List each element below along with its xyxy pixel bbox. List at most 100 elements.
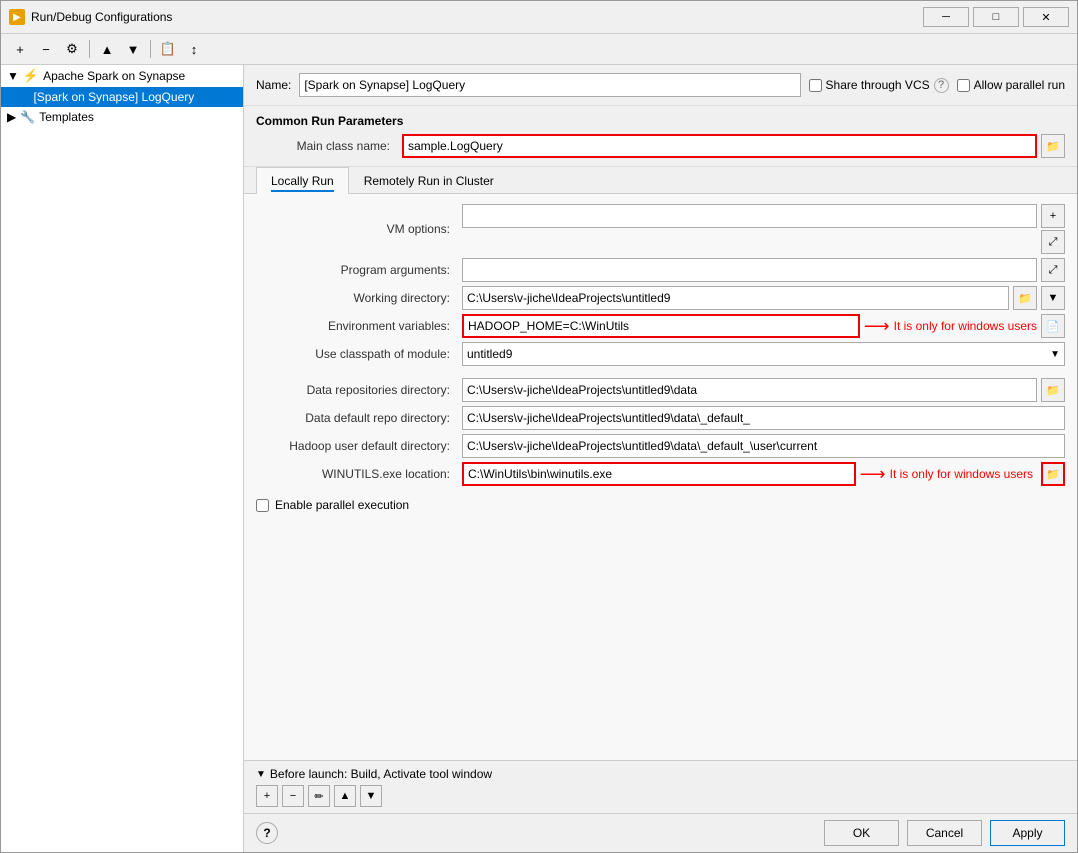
hadoop-user-label: Hadoop user default directory: [256, 439, 456, 453]
collapse-arrow-icon: ▼ [7, 69, 19, 83]
working-dir-dropdown-button[interactable]: ▼ [1041, 286, 1065, 310]
env-vars-wrapper: ⟶ It is only for windows users 📄 [462, 314, 1065, 338]
name-input[interactable] [299, 73, 800, 97]
minimize-button[interactable]: ─ [923, 7, 969, 27]
footer: ? OK Cancel Apply [244, 813, 1077, 852]
working-dir-browse-button[interactable]: 📁 [1013, 286, 1037, 310]
settings-button[interactable]: ⚙ [61, 38, 83, 60]
tab-remotely-run[interactable]: Remotely Run in Cluster [349, 167, 509, 194]
move-down-button[interactable]: ▼ [122, 38, 144, 60]
data-default-input[interactable] [462, 406, 1065, 430]
move-up-button[interactable]: ▲ [96, 38, 118, 60]
add-config-button[interactable]: + [9, 38, 31, 60]
main-class-input[interactable] [402, 134, 1037, 158]
share-vcs-checkbox[interactable] [809, 79, 822, 92]
working-dir-label: Working directory: [256, 291, 456, 305]
data-default-wrapper [462, 406, 1065, 430]
apply-button[interactable]: Apply [990, 820, 1065, 846]
enable-parallel-row: Enable parallel execution [256, 498, 1065, 512]
window-controls: ─ □ ✕ [923, 7, 1069, 27]
winutils-row: WINUTILS.exe location: ⟶ It is only for … [256, 462, 1065, 486]
templates-label: Templates [39, 110, 94, 124]
footer-right: OK Cancel Apply [824, 820, 1065, 846]
close-button[interactable]: ✕ [1023, 7, 1069, 27]
sidebar: ▼ ⚡ Apache Spark on Synapse ▶ [Spark on … [1, 65, 244, 852]
working-dir-wrapper: 📁 ▼ [462, 286, 1065, 310]
spark-icon: ⚡ [23, 68, 39, 84]
winutils-input[interactable] [462, 462, 856, 486]
sidebar-item-logquery[interactable]: ▶ [Spark on Synapse] LogQuery [1, 87, 243, 107]
before-launch-header[interactable]: ▼ Before launch: Build, Activate tool wi… [256, 767, 1065, 781]
vcs-help-icon[interactable]: ? [934, 78, 949, 93]
sidebar-templates[interactable]: ▶ 🔧 Templates [1, 107, 243, 127]
data-default-row: Data default repo directory: [256, 406, 1065, 430]
working-dir-input[interactable] [462, 286, 1009, 310]
parallel-checkbox-group: Allow parallel run [957, 78, 1065, 92]
main-class-browse-button[interactable]: 📁 [1041, 134, 1065, 158]
env-vars-input[interactable] [462, 314, 860, 338]
footer-left: ? [256, 822, 278, 844]
hadoop-user-input[interactable] [462, 434, 1065, 458]
main-class-input-wrapper: 📁 [402, 134, 1065, 158]
main-content: ▼ ⚡ Apache Spark on Synapse ▶ [Spark on … [1, 65, 1077, 852]
toolbar: + − ⚙ ▲ ▼ 📋 ↕ [1, 34, 1077, 65]
winutils-browse-button[interactable]: 📁 [1041, 462, 1065, 486]
remove-config-button[interactable]: − [35, 38, 57, 60]
before-launch-up-button[interactable]: ▲ [334, 785, 356, 807]
vm-options-input[interactable] [462, 204, 1037, 228]
vm-add-button[interactable]: + [1041, 204, 1065, 228]
config-area: VM options: + ⤢ Program arguments: [244, 194, 1077, 760]
data-repos-browse-button[interactable]: 📁 [1041, 378, 1065, 402]
winutils-annotation: It is only for windows users [890, 467, 1033, 481]
maximize-button[interactable]: □ [973, 7, 1019, 27]
classpath-row: Use classpath of module: untitled9 ▼ [256, 342, 1065, 366]
data-default-label: Data default repo directory: [256, 411, 456, 425]
enable-parallel-checkbox[interactable] [256, 499, 269, 512]
copy-button[interactable]: 📋 [157, 38, 179, 60]
vm-expand-button[interactable]: ⤢ [1041, 230, 1065, 254]
program-args-buttons: ⤢ [1041, 258, 1065, 282]
ok-button[interactable]: OK [824, 820, 899, 846]
classpath-dropdown[interactable]: untitled9 ▼ [462, 342, 1065, 366]
before-launch-label: Before launch: Build, Activate tool wind… [270, 767, 492, 781]
before-launch-collapse-icon: ▼ [256, 769, 266, 780]
enable-parallel-label: Enable parallel execution [275, 498, 409, 512]
env-arrow-icon: ⟶ [864, 316, 890, 337]
program-args-input[interactable] [462, 258, 1037, 282]
main-class-row: Main class name: 📁 [256, 134, 1065, 158]
tab-locally-run[interactable]: Locally Run [256, 167, 349, 194]
before-launch-add-button[interactable]: + [256, 785, 278, 807]
working-dir-row: Working directory: 📁 ▼ [256, 286, 1065, 310]
cancel-button[interactable]: Cancel [907, 820, 982, 846]
program-args-expand-button[interactable]: ⤢ [1041, 258, 1065, 282]
data-repos-label: Data repositories directory: [256, 383, 456, 397]
program-args-label: Program arguments: [256, 263, 456, 277]
sort-button[interactable]: ↕ [183, 38, 205, 60]
winutils-label: WINUTILS.exe location: [256, 467, 456, 481]
tabs: Locally Run Remotely Run in Cluster [256, 167, 1065, 193]
before-launch-section: ▼ Before launch: Build, Activate tool wi… [244, 760, 1077, 813]
window-icon: ▶ [9, 9, 25, 25]
section-divider [256, 370, 1065, 378]
help-button[interactable]: ? [256, 822, 278, 844]
window-title: Run/Debug Configurations [31, 10, 172, 24]
name-row: Name: Share through VCS ? Allow parallel… [244, 65, 1077, 106]
env-vars-label: Environment variables: [256, 319, 456, 333]
env-vars-edit-button[interactable]: 📄 [1041, 314, 1065, 338]
classpath-dropdown-arrow-icon: ▼ [1050, 349, 1060, 360]
before-launch-remove-button[interactable]: − [282, 785, 304, 807]
common-run-params-title: Common Run Parameters [256, 114, 1065, 128]
classpath-value: untitled9 [467, 347, 512, 361]
allow-parallel-checkbox[interactable] [957, 79, 970, 92]
run-icon: ▶ [21, 91, 29, 104]
locally-run-tab-label: Locally Run [271, 174, 334, 192]
name-label: Name: [256, 78, 291, 92]
before-launch-down-button[interactable]: ▼ [360, 785, 382, 807]
data-repos-input[interactable] [462, 378, 1037, 402]
sidebar-group-spark[interactable]: ▼ ⚡ Apache Spark on Synapse [1, 65, 243, 87]
vcs-checkbox-group: Share through VCS ? [809, 78, 949, 93]
env-vars-row: Environment variables: ⟶ It is only for … [256, 314, 1065, 338]
before-launch-edit-button[interactable]: ✏ [308, 785, 330, 807]
allow-parallel-label: Allow parallel run [974, 78, 1065, 92]
vm-options-area: + ⤢ [462, 204, 1065, 254]
